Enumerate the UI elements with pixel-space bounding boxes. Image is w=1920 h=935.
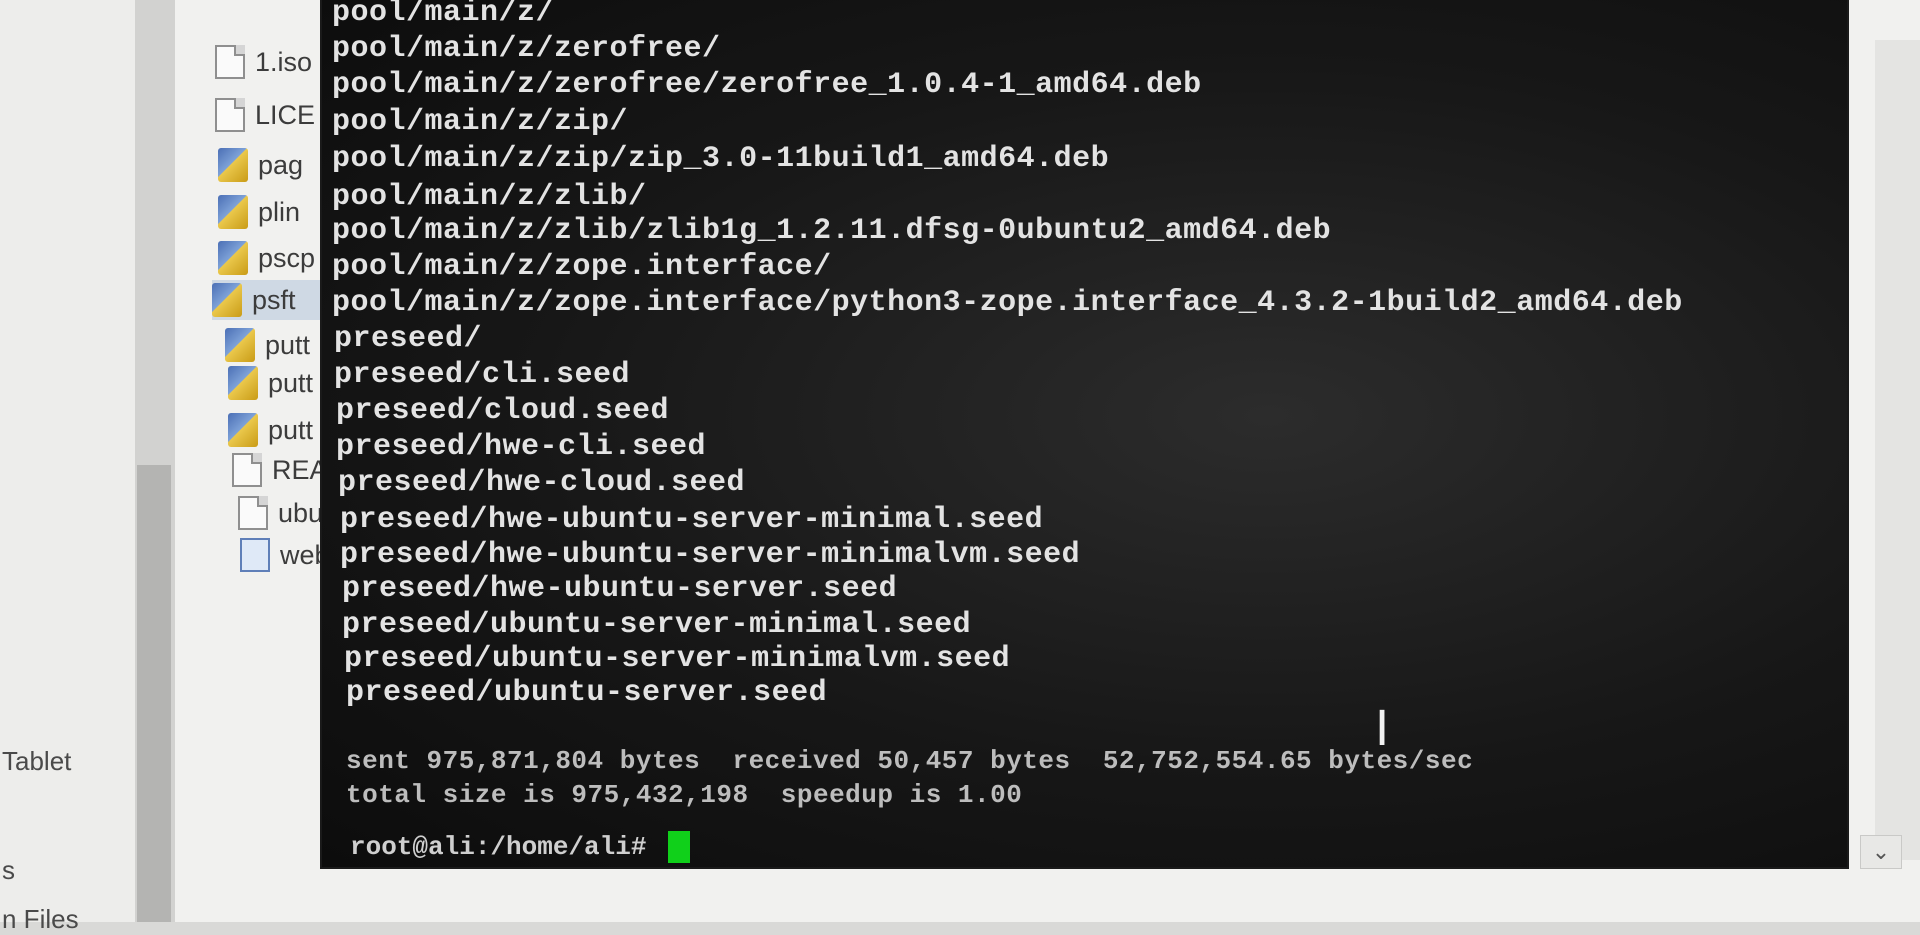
terminal-line: preseed/hwe-ubuntu-server.seed [342, 572, 898, 606]
terminal-prompt-row[interactable]: root@ali:/home/ali# [350, 830, 691, 864]
putty-icon [212, 283, 242, 317]
terminal-line: pool/main/z/zip/ [332, 105, 629, 139]
file-name: LICE [255, 99, 316, 130]
putty-icon [218, 148, 248, 182]
terminal-line: preseed/cloud.seed [336, 394, 670, 428]
file-name: pscp [258, 242, 316, 273]
file-name: putt [268, 367, 314, 398]
terminal-line: pool/main/z/zlib/ [332, 180, 647, 214]
terminal-line: preseed/hwe-cloud.seed [338, 466, 746, 500]
terminal-line: preseed/hwe-cli.seed [336, 430, 707, 464]
file-icon [238, 496, 268, 530]
terminal-line: total size is 975,432,198 speedup is 1.0… [346, 780, 1023, 810]
nav-scrollbar-thumb[interactable] [137, 465, 171, 922]
file-name: REA [272, 454, 328, 485]
right-scrollbar[interactable] [1875, 40, 1920, 860]
terminal-line: pool/main/z/zerofree/ [332, 32, 721, 66]
terminal-line: preseed/ubuntu-server.seed [346, 676, 828, 710]
terminal-line: pool/main/z/ [332, 0, 555, 30]
file-name: psft [252, 284, 296, 315]
terminal-line: sent 975,871,804 bytes received 50,457 b… [346, 746, 1474, 776]
scroll-down-button[interactable]: ⌄ [1860, 835, 1902, 869]
putty-icon [218, 195, 248, 229]
navigation-pane: Tablet s n Files [0, 0, 175, 934]
file-icon [215, 98, 245, 132]
terminal-line: pool/main/z/zlib/zlib1g_1.2.11.dfsg-0ubu… [332, 214, 1332, 248]
text-cursor [668, 831, 691, 863]
terminal-line: preseed/cli.seed [334, 358, 631, 392]
file-name: putt [268, 414, 314, 445]
terminal-window[interactable]: pool/main/z/pool/main/z/zerofree/pool/ma… [322, 0, 1847, 867]
file-icon [232, 453, 262, 487]
web-icon [240, 538, 270, 572]
terminal-line: preseed/ [334, 322, 483, 356]
terminal-line: preseed/hwe-ubuntu-server-minimal.seed [340, 503, 1044, 537]
file-name: 1.iso [255, 46, 313, 77]
putty-icon [218, 241, 248, 275]
putty-icon [228, 413, 258, 447]
nav-item-tablet[interactable]: Tablet [2, 746, 71, 777]
chevron-down-icon: ⌄ [1871, 839, 1891, 864]
terminal-line: pool/main/z/zope.interface/python3-zope.… [332, 286, 1683, 320]
terminal-line: pool/main/z/zip/zip_3.0-11build1_amd64.d… [332, 142, 1110, 176]
nav-item-files[interactable]: n Files [2, 904, 79, 935]
file-name: plin [258, 196, 301, 227]
terminal-line: pool/main/z/zerofree/zerofree_1.0.4-1_am… [332, 68, 1202, 102]
terminal-line: pool/main/z/zope.interface/ [332, 250, 832, 284]
file-name: ubu [278, 497, 324, 528]
ibeam-cursor-icon: I [1375, 701, 1390, 757]
putty-icon [225, 328, 255, 362]
file-name: putt [265, 329, 311, 360]
terminal-line: preseed/ubuntu-server-minimal.seed [342, 608, 972, 642]
terminal-line: preseed/ubuntu-server-minimalvm.seed [344, 642, 1011, 676]
putty-icon [228, 366, 258, 400]
terminal-line: preseed/hwe-ubuntu-server-minimalvm.seed [340, 538, 1081, 572]
file-name: pag [258, 149, 304, 180]
nav-item-s[interactable]: s [2, 855, 15, 886]
file-icon [215, 45, 245, 79]
shell-prompt: root@ali:/home/ali# [350, 832, 663, 862]
